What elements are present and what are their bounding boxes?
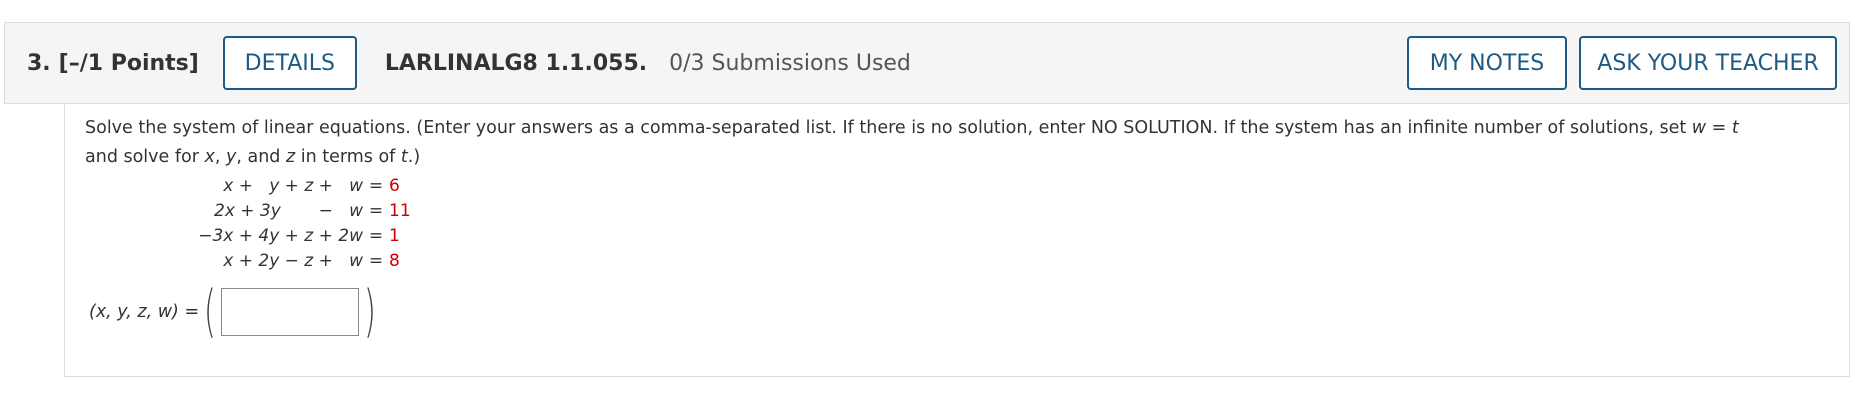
equation-rhs: 11 <box>389 201 411 221</box>
instructions-text-1: Solve the system of linear equations. (E… <box>85 118 1692 138</box>
instructions-var-y: y <box>225 147 237 167</box>
instructions-var-t: t <box>400 147 408 167</box>
my-notes-button[interactable]: MY NOTES <box>1407 36 1567 90</box>
equation-system: x + y + z + w = 6 2x + 3y − w = 11 −3x +… <box>155 174 411 274</box>
instructions-set-expression: w = t <box>1691 118 1739 138</box>
open-paren: ( <box>204 279 217 344</box>
equals-sign: = <box>368 251 384 271</box>
equation-rhs: 1 <box>389 226 400 246</box>
instructions-var-x: x <box>204 147 215 167</box>
ask-your-teacher-button[interactable]: ASK YOUR TEACHER <box>1579 36 1837 90</box>
question-id: LARLINALG8 1.1.055. <box>384 50 648 76</box>
equation-row: −3x + 4y + z + 2w = 1 <box>155 224 411 249</box>
instructions-var-z: z <box>285 147 296 167</box>
instructions-sep-2: , and <box>236 147 286 167</box>
answer-row: (x, y, z, w) = ( ) <box>89 282 381 342</box>
equation-rhs: 6 <box>389 176 400 196</box>
answer-input[interactable] <box>220 288 359 336</box>
question-header: 3. [–/1 Points] DETAILS LARLINALG8 1.1.0… <box>4 22 1850 104</box>
details-button[interactable]: DETAILS <box>222 36 357 90</box>
answer-label: (x, y, z, w) = <box>89 302 200 322</box>
equals-sign: = <box>368 226 384 246</box>
equation-row: x + 2y − z + w = 8 <box>155 249 411 274</box>
equation-rhs: 8 <box>389 251 400 271</box>
question-body: Solve the system of linear equations. (E… <box>64 104 1850 377</box>
question-points: [–/1 Points] <box>58 50 199 76</box>
question-number: 3. <box>27 50 51 76</box>
equation-row: x + y + z + w = 6 <box>155 174 411 199</box>
submissions-used: 0/3 Submissions Used <box>669 50 911 76</box>
equation-lhs: x + y + z + w <box>223 176 363 196</box>
instructions-text-3: in terms of <box>295 147 401 167</box>
instructions-text-4: .) <box>407 147 421 167</box>
equation-lhs: −3x + 4y + z + 2w <box>198 226 363 246</box>
instructions-sep-1: , <box>214 147 226 167</box>
equation-row: 2x + 3y − w = 11 <box>155 199 411 224</box>
equals-sign: = <box>368 201 384 221</box>
equation-lhs: x + 2y − z + w <box>223 251 363 271</box>
equation-lhs: 2x + 3y − w <box>214 201 363 221</box>
question-instructions: Solve the system of linear equations. (E… <box>85 114 1835 172</box>
instructions-text-2: and solve for <box>85 147 205 167</box>
equals-sign: = <box>368 176 384 196</box>
close-paren: ) <box>363 279 376 344</box>
